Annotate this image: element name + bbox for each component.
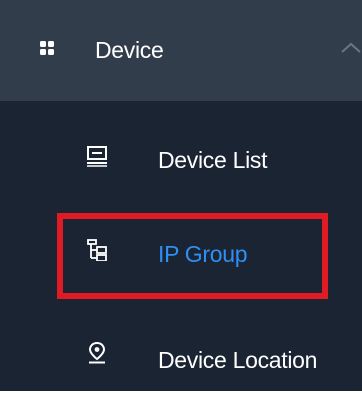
tree-icon bbox=[87, 239, 107, 261]
sidebar-item-ip-group[interactable]: IP Group bbox=[0, 218, 362, 288]
menu-group-device[interactable]: Device bbox=[0, 0, 362, 101]
menu-group-label: Device bbox=[95, 37, 164, 63]
sidebar-item-device-list[interactable]: Device List bbox=[0, 125, 362, 195]
sidebar-item-label: IP Group bbox=[158, 241, 248, 267]
grid-icon bbox=[40, 41, 54, 55]
location-pin-icon bbox=[88, 342, 106, 364]
sidebar-menu: Device Device List IP Group Device Locat… bbox=[0, 0, 362, 391]
sidebar-item-label: Device Location bbox=[158, 347, 318, 373]
sidebar-item-device-location[interactable]: Device Location bbox=[0, 322, 362, 391]
chevron-up-icon bbox=[341, 42, 361, 53]
monitor-icon bbox=[87, 146, 107, 167]
sidebar-item-label: Device List bbox=[158, 147, 268, 173]
